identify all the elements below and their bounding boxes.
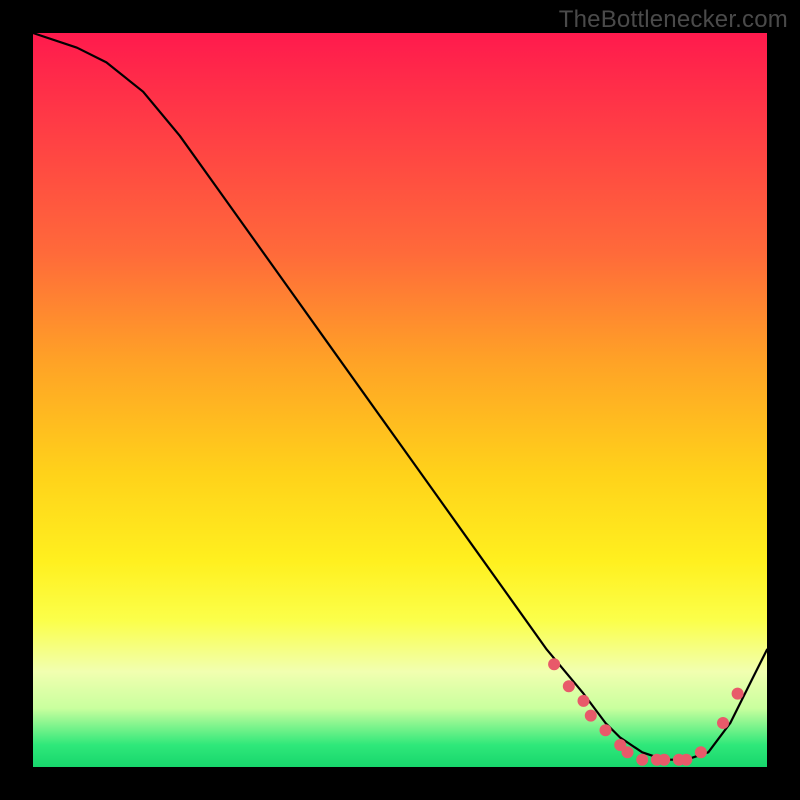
scatter-dot: [695, 746, 707, 758]
plot-area: [33, 33, 767, 767]
scatter-dot: [732, 688, 744, 700]
scatter-dot: [600, 724, 612, 736]
scatter-dot: [563, 680, 575, 692]
scatter-dot: [636, 754, 648, 766]
scatter-dot: [717, 717, 729, 729]
scatter-dot: [680, 754, 692, 766]
curve-svg: [33, 33, 767, 767]
scatter-dot: [548, 658, 560, 670]
scatter-dot: [658, 754, 670, 766]
scatter-dots: [548, 658, 744, 766]
scatter-dot: [585, 710, 597, 722]
watermark-text: TheBottlenecker.com: [559, 6, 788, 34]
chart-frame: TheBottlenecker.com: [0, 0, 800, 800]
scatter-dot: [622, 746, 634, 758]
scatter-dot: [578, 695, 590, 707]
bottleneck-curve: [33, 33, 767, 760]
